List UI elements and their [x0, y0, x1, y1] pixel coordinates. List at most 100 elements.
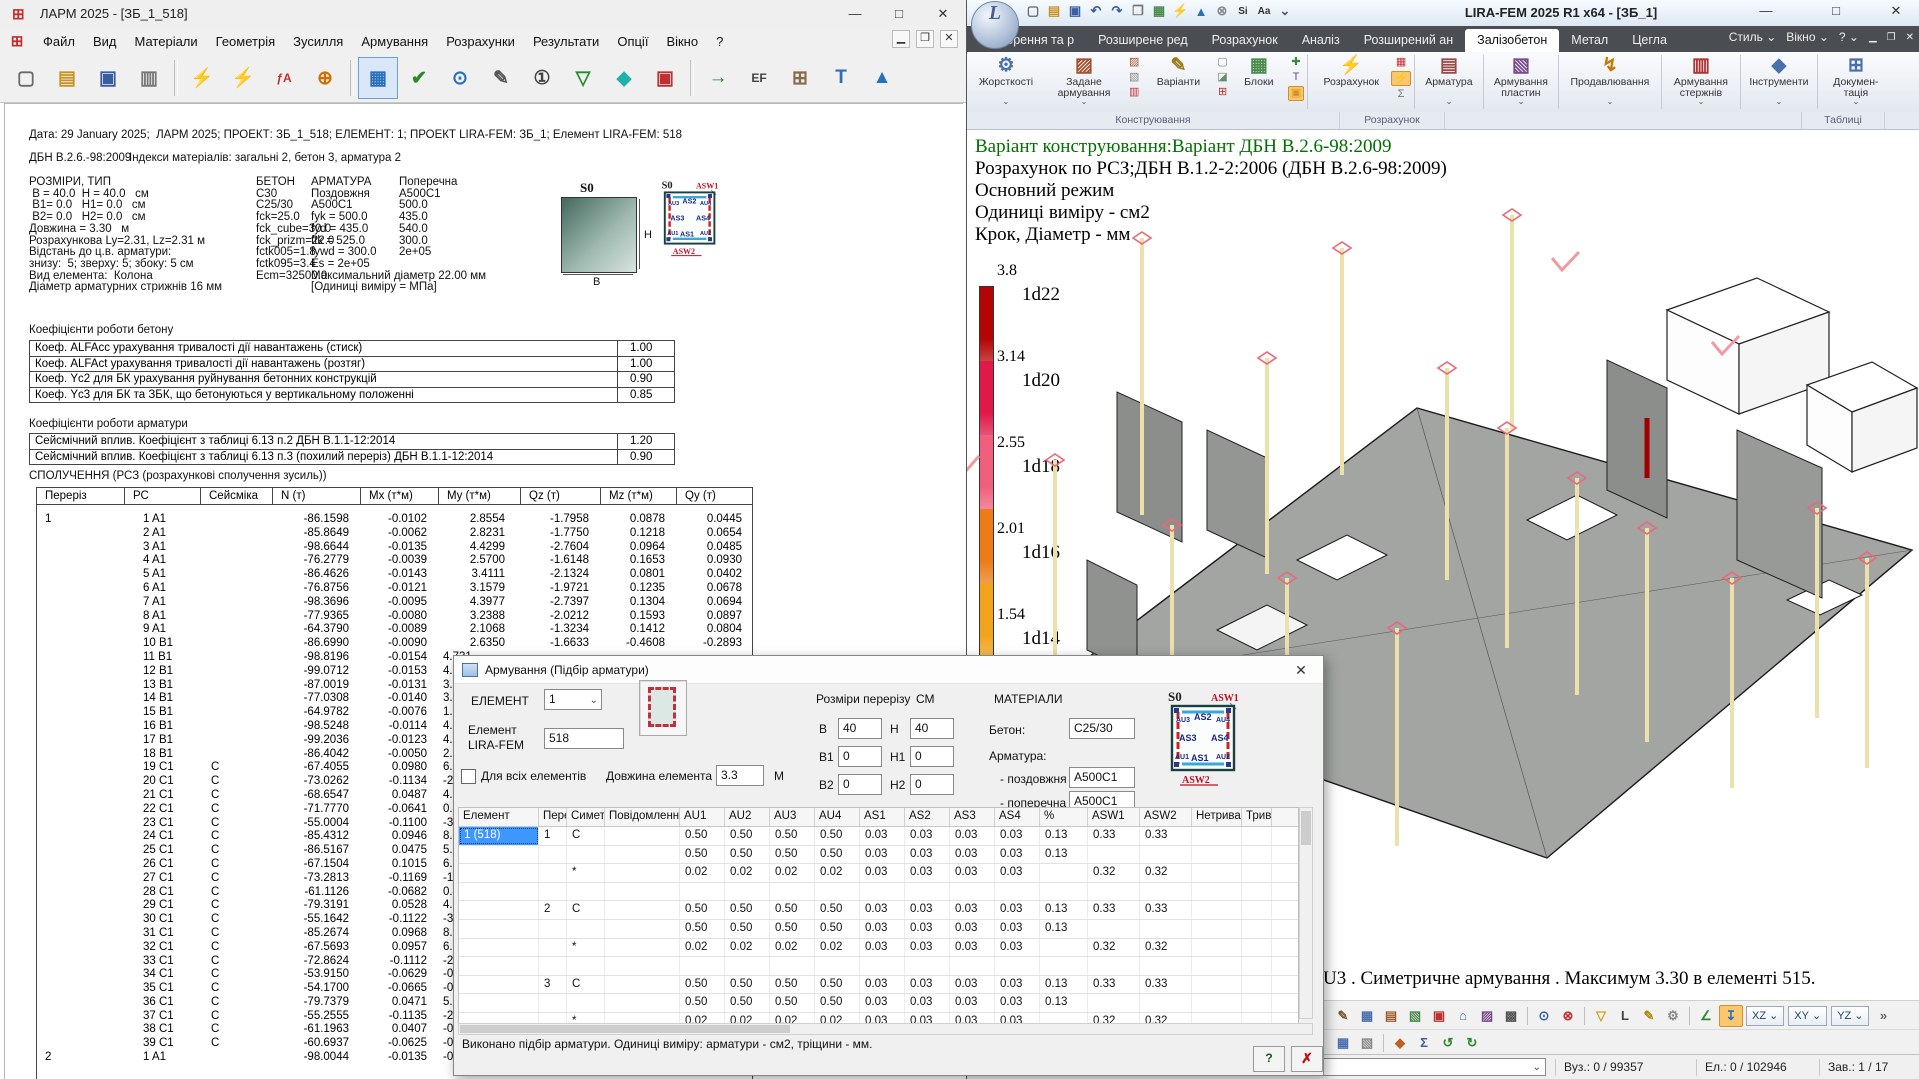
dialog-titlebar[interactable]: Армування (Підбір арматури) [454, 656, 1323, 684]
ribbon-Інструменти-button[interactable]: ◆Інструменти⌄ [1744, 52, 1814, 112]
scrollbar-thumb[interactable] [1301, 811, 1311, 845]
table-row[interactable]: 1 (518)1С0.500.500.500.500.030.030.030.0… [459, 827, 1298, 846]
rotate-ccw-icon[interactable]: ↺ [1437, 1033, 1459, 1053]
home-view-icon[interactable]: ⌂ [1452, 1006, 1474, 1026]
show-solid-icon[interactable]: ▩ [1500, 1006, 1522, 1026]
anchor-icon[interactable]: ↧ [1719, 1005, 1743, 1027]
model-icon[interactable]: ▦ [1151, 3, 1167, 19]
save-icon[interactable]: ▣ [1067, 3, 1083, 19]
tab-Цегла[interactable]: Цегла [1620, 29, 1679, 52]
minimize-button[interactable]: — [833, 0, 877, 27]
calc-query-button[interactable]: ⚡ [223, 57, 263, 99]
open-button[interactable]: ▤ [47, 57, 87, 99]
ribbon-Продавлювання-button[interactable]: ↯Продавлювання⌄ [1562, 52, 1658, 112]
flashlight-icon[interactable]: ▽ [1590, 1006, 1612, 1026]
mdi-mdi_min-button[interactable]: ▁ [1869, 32, 1877, 43]
tab-Залізобетон[interactable]: Залізобетон [1465, 29, 1559, 52]
zoom-icon[interactable]: ⊙ [1533, 1006, 1555, 1026]
redo-icon[interactable]: ↷ [1109, 3, 1125, 19]
save-button[interactable]: ▣ [88, 57, 128, 99]
show-walls-icon[interactable]: ▨ [1476, 1006, 1498, 1026]
concrete-field[interactable]: C25/30 [1069, 718, 1135, 739]
grid-button[interactable]: ⊞ [780, 57, 820, 99]
doc-icon[interactable]: ▢ [1215, 56, 1229, 69]
table-row[interactable]: 0.500.500.500.500.030.030.030.030.13 [459, 846, 1298, 865]
sum-icon[interactable]: Σ [1391, 88, 1411, 101]
mdi-mdi_restore-button[interactable]: ❐ [1887, 32, 1896, 43]
plane-xy-button[interactable]: XY⌄ [1788, 1006, 1827, 1026]
lock-icon[interactable]: ⊗ [1214, 3, 1230, 19]
table-horizontal-scrollbar[interactable] [458, 1023, 1313, 1035]
new-icon[interactable]: ▢ [1025, 3, 1041, 19]
menu-item-Розрахунки[interactable]: Розрахунки [437, 29, 524, 54]
red-frame-button[interactable]: ▣ [645, 57, 685, 99]
rebar-red-icon[interactable]: ▥ [1127, 86, 1141, 99]
si-icon[interactable]: Si [1235, 6, 1251, 17]
help-button[interactable]: ? [1253, 1046, 1285, 1072]
grid-red-icon[interactable]: ⊞ [1215, 86, 1229, 99]
show-loads-icon[interactable]: ▤ [1380, 1006, 1402, 1026]
close-dialog-button[interactable]: ✗ [1291, 1046, 1323, 1072]
lira-logo[interactable]: L [971, 1, 1019, 49]
pins-icon[interactable]: ✚ [1288, 56, 1304, 69]
table-row[interactable]: 0.500.500.500.500.030.030.030.030.13 [459, 920, 1298, 939]
gear-icon[interactable]: ⚙ [1662, 1006, 1684, 1026]
show-frame-icon[interactable]: ▣ [1428, 1006, 1450, 1026]
element-combobox[interactable]: 1 ⌄ [544, 689, 602, 710]
reinforcement-table[interactable]: ЕлементПерерСиметПовідомленняAU1AU2AU3AU… [458, 807, 1299, 1033]
toolbar-overflow-icon[interactable]: » [1872, 1006, 1894, 1026]
ribbon-Армування-стержнів-button[interactable]: ▥Армування стержнів⌄ [1665, 52, 1737, 112]
table-row[interactable]: 0.500.500.500.500.030.030.030.030.13 [459, 994, 1298, 1013]
tab-Розрахунок[interactable]: Розрахунок [1200, 29, 1290, 52]
check-button[interactable]: ✔ [399, 57, 439, 99]
section-preview-button[interactable] [639, 680, 687, 736]
ribbon-Докумен--тація-button[interactable]: ⊞Докумен- тація⌄ [1821, 52, 1891, 112]
press-icon[interactable]: ▣ [1288, 86, 1304, 101]
mosaic-icon[interactable]: Σ [1413, 1033, 1435, 1053]
table-row[interactable] [459, 957, 1298, 976]
plane-yz-button[interactable]: YZ⌄ [1831, 1006, 1869, 1026]
ribbon-Задане-армування-button[interactable]: ▨Задане армування⌄ [1041, 52, 1127, 112]
ribbon-Розрахунок-button[interactable]: ⚡Розрахунок [1311, 52, 1391, 112]
fa-mode-button[interactable]: ƒA [264, 57, 304, 99]
table-row[interactable] [459, 883, 1298, 902]
color-scale-icon[interactable]: ◆ [1389, 1033, 1411, 1053]
maximize-button[interactable]: □ [1816, 3, 1856, 18]
size-field[interactable]: 40 [910, 718, 954, 739]
open-icon[interactable]: ▤ [1046, 3, 1062, 19]
import-button[interactable]: ▥ [129, 57, 169, 99]
tab-Розширений ан[interactable]: Розширений ан [1352, 29, 1465, 52]
rebar-rod-icon[interactable]: ▨ [1127, 56, 1141, 69]
tab-Розширене ред[interactable]: Розширене ред [1086, 29, 1200, 52]
element-lira-field[interactable]: 518 [544, 728, 624, 749]
tab-Аналіз[interactable]: Аналіз [1290, 29, 1352, 52]
menu-item-Зусилля[interactable]: Зусилля [284, 29, 352, 54]
axes-icon[interactable]: ∠ [1695, 1006, 1717, 1026]
scrollbar-thumb[interactable] [460, 1025, 790, 1033]
edit-doc-button[interactable]: ✎ [481, 57, 521, 99]
units-icon[interactable]: Aa [1256, 6, 1272, 17]
chart-button[interactable]: ▲ [862, 57, 902, 99]
results-table-button[interactable]: ▦ [358, 57, 398, 99]
menu-item-Вид[interactable]: Вид [84, 29, 126, 54]
table-row[interactable]: 2С0.500.500.500.500.030.030.030.030.130.… [459, 901, 1298, 920]
filter-button[interactable]: ▽ [563, 57, 603, 99]
menu-item-Армування[interactable]: Армування [352, 29, 437, 54]
longitudinal-field[interactable]: A500C1 [1069, 767, 1135, 788]
tab-menu-Стиль[interactable]: Стиль ⌄ [1729, 30, 1777, 44]
flash-icon[interactable]: ⚡ [1172, 3, 1188, 19]
plane-xz-button[interactable]: XZ⌄ [1746, 1006, 1784, 1026]
qat-overflow-icon[interactable]: ⌄ [1277, 3, 1293, 19]
calc-active-icon[interactable]: ⚡ [1391, 71, 1411, 86]
tab-menu-?[interactable]: ? ⌄ [1839, 30, 1859, 44]
new-document-button[interactable]: ▢ [6, 57, 46, 99]
report-browser-button[interactable]: ⊙ [440, 57, 480, 99]
ribbon-Блоки-button[interactable]: ▦Блоки [1230, 52, 1288, 112]
all-elements-checkbox[interactable] [461, 769, 476, 784]
mdi-close-button[interactable]: ✕ [1906, 32, 1914, 43]
dialog-close-button[interactable]: ✕ [1279, 656, 1323, 684]
show-mesh-icon[interactable]: ▧ [1404, 1006, 1426, 1026]
menu-item-Файл[interactable]: Файл [34, 29, 84, 54]
export-arrow-button[interactable]: → [698, 57, 738, 99]
minimize-button[interactable]: — [1746, 3, 1786, 18]
